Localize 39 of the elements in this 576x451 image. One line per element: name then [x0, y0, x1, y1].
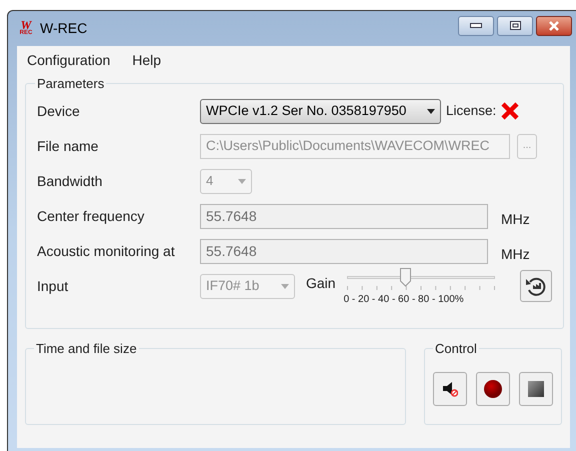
dropdown-arrow-icon — [281, 284, 289, 288]
input-field[interactable]: 55.7648 — [200, 204, 488, 228]
record-button[interactable] — [476, 372, 510, 406]
group-title: Control — [434, 340, 478, 358]
stop-icon — [528, 380, 544, 396]
group-title: Parameters — [36, 75, 106, 93]
muted-speaker-icon — [442, 380, 458, 396]
unit-label: MHz — [501, 210, 530, 229]
field-label: File name — [37, 136, 100, 156]
close-icon — [548, 20, 560, 30]
group-title: Time and file size — [35, 340, 138, 358]
input-field[interactable]: 55.7648 — [200, 238, 488, 264]
record-icon — [484, 380, 502, 398]
dropdown-arrow-icon — [238, 178, 246, 184]
device-dropdown[interactable]: WPCIe v1.2 Ser No. 0358197950 — [200, 98, 441, 124]
close-button[interactable] — [536, 16, 572, 36]
logo-text: W — [20, 20, 32, 30]
field-label: Bandwidth — [37, 172, 104, 190]
maximize-button[interactable] — [497, 16, 533, 36]
minimize-icon — [470, 23, 482, 28]
unit-label: MHz — [501, 245, 530, 264]
field-label: Acoustic monitoring at — [37, 242, 176, 261]
gain-slider[interactable] — [346, 270, 495, 288]
slider-scale-label: 0 - 20 - 40 - 60 - 80 - 100% — [344, 292, 465, 306]
menu-item[interactable]: Help — [130, 50, 164, 70]
minimize-button[interactable] — [458, 16, 494, 36]
reset-button[interactable] — [520, 270, 552, 302]
stop-button[interactable] — [519, 372, 553, 406]
field-label: Center frequency — [37, 206, 146, 226]
field-label: Input — [37, 276, 70, 296]
menu-item[interactable]: Configuration — [25, 50, 112, 70]
license-label: License: — [446, 102, 496, 120]
window-title: W-REC — [40, 19, 88, 38]
reset-icon — [524, 276, 547, 296]
mute-button[interactable] — [433, 372, 467, 406]
field-label: Device — [37, 102, 81, 120]
maximize-icon — [510, 21, 520, 30]
gain-label: Gain — [306, 274, 336, 292]
dropdown-arrow-icon — [427, 108, 435, 114]
